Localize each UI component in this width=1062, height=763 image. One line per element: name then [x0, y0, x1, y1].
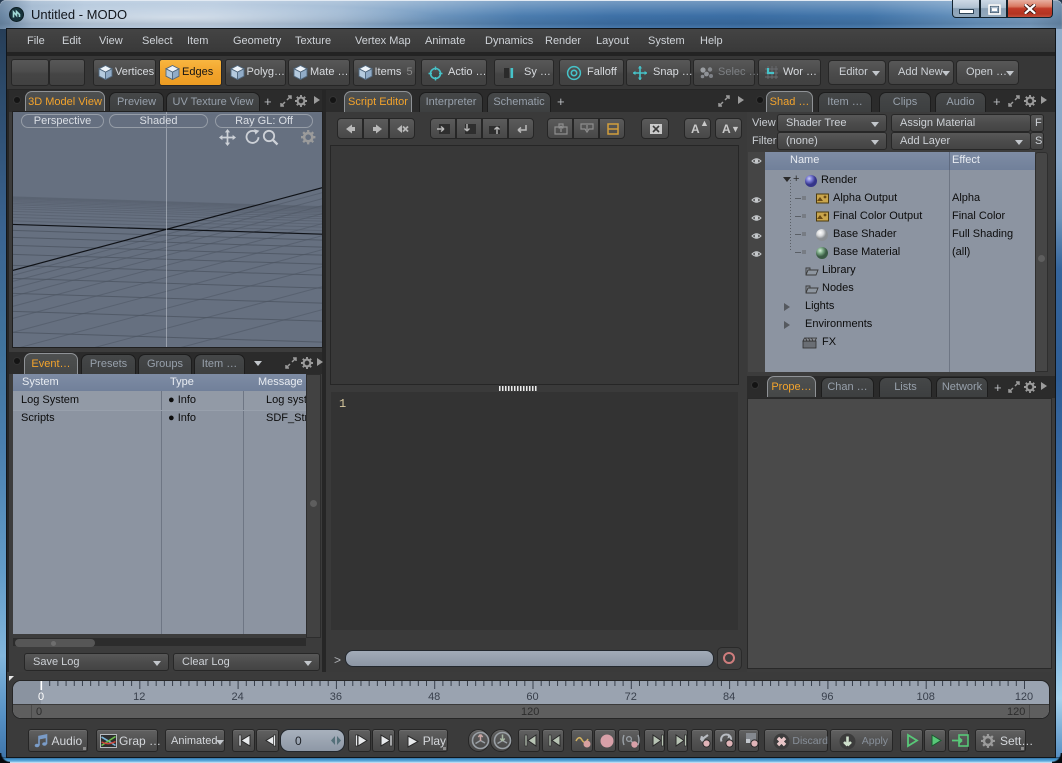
svg-text:48: 48: [428, 691, 440, 703]
svg-text:84: 84: [723, 691, 735, 703]
svg-text:12: 12: [133, 691, 145, 703]
svg-text:108: 108: [917, 691, 935, 703]
svg-text:60: 60: [526, 691, 538, 703]
svg-text:120: 120: [1015, 691, 1033, 703]
svg-text:0: 0: [38, 691, 44, 703]
svg-text:36: 36: [330, 691, 342, 703]
svg-text:24: 24: [231, 691, 243, 703]
svg-text:96: 96: [821, 691, 833, 703]
svg-text:72: 72: [625, 691, 637, 703]
